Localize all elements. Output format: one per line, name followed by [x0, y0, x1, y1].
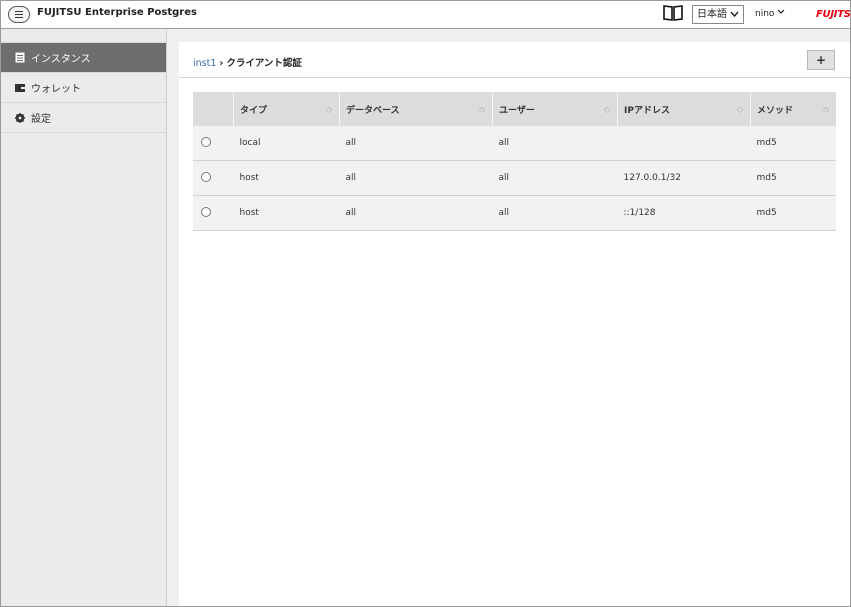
sort-icon: ◇ [736, 105, 743, 114]
sidebar-item-label: 設定 [31, 114, 51, 125]
row-radio[interactable] [201, 206, 211, 217]
chevron-down-icon [777, 9, 785, 14]
table-row[interactable]: host all all ::1/128 md5 [193, 195, 836, 231]
cell-database: all [339, 126, 493, 161]
app-title: FUJITSU Enterprise Postgres [37, 7, 197, 18]
row-select-cell[interactable] [193, 126, 234, 161]
sidebar-item-label: ウォレット [31, 84, 81, 95]
user-name: nino [755, 9, 775, 19]
table-header-row: タイプ ◇ データベース ◇ ユーザー ◇ IPアドレス ◇ メソッド ◇ [193, 92, 836, 126]
cell-user: all [492, 195, 618, 231]
sidebar: インスタンス ウォレット 設定 [1, 29, 167, 606]
row-select-cell[interactable] [193, 160, 234, 196]
column-header-type[interactable]: タイプ ◇ [233, 92, 340, 126]
language-select[interactable]: 日本語 [692, 5, 744, 24]
cell-database: all [339, 195, 493, 231]
language-label: 日本語 [697, 9, 727, 20]
breadcrumb-link-instance[interactable]: inst1 [193, 58, 216, 69]
user-menu[interactable]: nino [755, 9, 785, 19]
wallet-icon [14, 82, 25, 93]
sidebar-item-label: インスタンス [31, 54, 91, 65]
sidebar-item-instance[interactable]: インスタンス [1, 43, 166, 73]
cell-type: host [233, 195, 340, 231]
hamburger-menu-button[interactable] [8, 6, 30, 23]
sort-icon: ◇ [603, 105, 610, 114]
sort-icon: ◇ [325, 105, 332, 114]
database-icon [14, 52, 25, 63]
table-row[interactable]: local all all md5 [193, 126, 836, 161]
table-row[interactable]: host all all 127.0.0.1/32 md5 [193, 160, 836, 196]
sidebar-top-strip [1, 29, 166, 43]
cell-type: host [233, 160, 340, 196]
sidebar-item-settings[interactable]: 設定 [1, 103, 166, 133]
column-header-method[interactable]: メソッド ◇ [750, 92, 836, 126]
cell-method: md5 [750, 126, 836, 161]
client-auth-table: タイプ ◇ データベース ◇ ユーザー ◇ IPアドレス ◇ メソッド ◇ local a… [193, 92, 836, 231]
cell-method: md5 [750, 195, 836, 231]
column-header-ip-address[interactable]: IPアドレス ◇ [617, 92, 751, 126]
sort-icon: ◇ [822, 105, 829, 114]
gear-icon [14, 112, 25, 123]
fujitsu-logo: FUJITSU [816, 9, 851, 20]
manual-book-icon[interactable] [662, 4, 684, 25]
select-column-header [193, 92, 234, 126]
cell-database: all [339, 160, 493, 196]
content-top-strip [179, 29, 850, 42]
column-header-user[interactable]: ユーザー ◇ [492, 92, 618, 126]
row-radio[interactable] [201, 136, 211, 147]
row-select-cell[interactable] [193, 195, 234, 231]
cell-ip-address: ::1/128 [617, 195, 751, 231]
add-button[interactable]: + [807, 50, 835, 70]
main-panel: inst1 › クライアント認証 + タイプ ◇ データベース ◇ ユーザー ◇ IPアド… [179, 42, 850, 606]
cell-type: local [233, 126, 340, 161]
header-divider [179, 77, 850, 78]
cell-ip-address: 127.0.0.1/32 [617, 160, 751, 196]
breadcrumb: inst1 › クライアント認証 [193, 55, 302, 69]
chevron-down-icon [730, 11, 739, 18]
page-title: クライアント認証 [226, 58, 302, 69]
row-radio[interactable] [201, 171, 211, 182]
sort-icon: ◇ [478, 105, 485, 114]
cell-user: all [492, 160, 618, 196]
content-gutter [167, 29, 179, 606]
chevron-right-icon: › [219, 58, 224, 69]
cell-ip-address [617, 126, 751, 161]
app-header: FUJITSU Enterprise Postgres 日本語 nino FUJ… [1, 1, 851, 29]
column-header-database[interactable]: データベース ◇ [339, 92, 493, 126]
cell-method: md5 [750, 160, 836, 196]
cell-user: all [492, 126, 618, 161]
sidebar-item-wallet[interactable]: ウォレット [1, 73, 166, 103]
